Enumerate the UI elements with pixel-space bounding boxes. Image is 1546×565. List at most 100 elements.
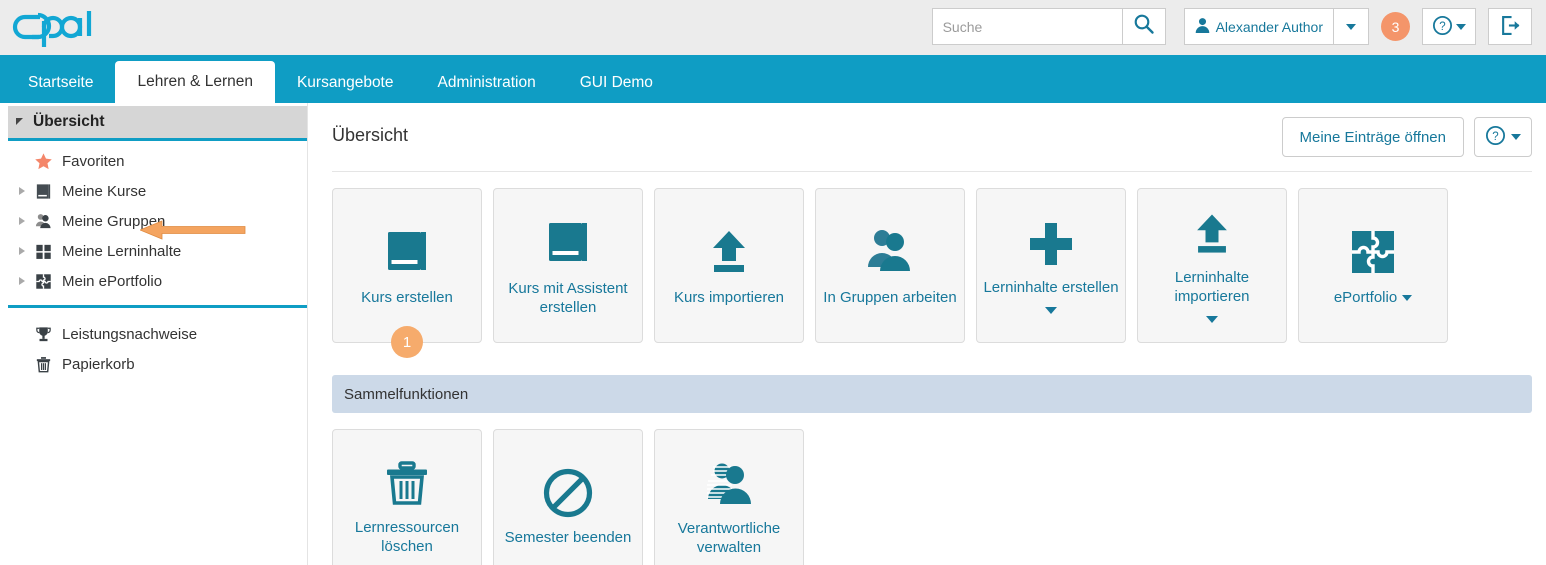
chevron-down-icon[interactable] [1206, 316, 1218, 323]
chevron-down-icon [1456, 24, 1466, 30]
tile-label-text: ePortfolio [1334, 289, 1397, 306]
no-entry-icon [541, 466, 595, 520]
svg-text:?: ? [1492, 131, 1498, 143]
section-header-sammelfunktionen: Sammelfunktionen [332, 375, 1532, 413]
nav-tab-administration[interactable]: Administration [416, 63, 558, 103]
tile-label: Lerninhalte importieren [1144, 268, 1280, 306]
expand-triangle-icon[interactable] [14, 277, 30, 285]
grid-squares-icon [30, 242, 56, 261]
logout-button[interactable] [1488, 8, 1532, 45]
page-body: Übersicht Favoriten [0, 103, 1546, 565]
star-icon [30, 152, 56, 171]
sidebar-items: Favoriten Meine Kurse [0, 141, 307, 296]
triangle-collapse-icon [16, 118, 23, 125]
sidebar: Übersicht Favoriten [0, 103, 308, 565]
trash-icon [30, 355, 56, 374]
search-input[interactable] [932, 8, 1122, 45]
tile-eportfolio[interactable]: ePortfolio [1298, 188, 1448, 343]
sidebar-item-meine-lerninhalte[interactable]: Meine Lerninhalte [0, 236, 307, 266]
user-button[interactable]: Alexander Author [1184, 8, 1333, 45]
tile-label: Kurs mit Assistent erstellen [500, 279, 636, 317]
search-icon [1133, 13, 1155, 40]
tile-label: Lernressourcen löschen [339, 518, 475, 556]
sidebar-item-label: Papierkorb [62, 356, 135, 373]
header-actions: Alexander Author 3 ? [932, 8, 1532, 45]
section-tiles: Lernressourcen löschen Semester beenden [332, 429, 1532, 565]
sidebar-item-favoriten[interactable]: Favoriten [0, 146, 307, 176]
tile-kurs-importieren[interactable]: Kurs importieren [654, 188, 804, 343]
tile-lerninhalte-erstellen[interactable]: Lerninhalte erstellen [976, 188, 1126, 343]
search-box [932, 8, 1166, 45]
tile-lerninhalte-importieren[interactable]: Lerninhalte importieren [1137, 188, 1287, 343]
sidebar-item-papierkorb[interactable]: Papierkorb [0, 349, 307, 379]
tile-label: Kurs erstellen [361, 288, 453, 307]
page-title: Übersicht [332, 117, 408, 146]
book-icon [379, 224, 435, 280]
upload-icon [701, 224, 757, 280]
sidebar-header-label: Übersicht [33, 113, 105, 131]
tile-label: Lerninhalte erstellen [983, 278, 1118, 297]
chevron-down-icon [1346, 24, 1356, 30]
logout-icon [1500, 15, 1521, 39]
tile-semester-beenden[interactable]: Semester beenden [493, 429, 643, 565]
content-header: Übersicht Meine Einträge öffnen ? [332, 117, 1532, 172]
tile-label: ePortfolio [1334, 288, 1412, 307]
sidebar-footer-items: Leistungsnachweise Papierkorb [0, 314, 307, 379]
tile-step-badge: 1 [391, 326, 423, 358]
tile-lernressourcen-loeschen[interactable]: Lernressourcen löschen [332, 429, 482, 565]
tile-verantwortliche-verwalten[interactable]: Verantwortliche verwalten [654, 429, 804, 565]
main-navigation: Startseite Lehren & Lernen Kursangebote … [0, 55, 1546, 103]
trophy-icon [30, 325, 56, 344]
nav-tab-kursangebote[interactable]: Kursangebote [275, 63, 416, 103]
sidebar-item-meine-kurse[interactable]: Meine Kurse [0, 176, 307, 206]
puzzle-icon [1345, 224, 1401, 280]
expand-triangle-icon[interactable] [14, 217, 30, 225]
sidebar-item-label: Meine Kurse [62, 183, 146, 200]
nav-tab-lehren-lernen[interactable]: Lehren & Lernen [115, 61, 274, 103]
open-my-entries-button[interactable]: Meine Einträge öffnen [1282, 117, 1465, 157]
content-help-button[interactable]: ? [1474, 117, 1532, 157]
sidebar-header-uebersicht[interactable]: Übersicht [8, 106, 307, 138]
sidebar-item-label: Mein ePortfolio [62, 273, 162, 290]
primary-tiles: Kurs erstellen 1 Kurs mit Assistent erst… [332, 188, 1532, 343]
nav-tab-gui-demo[interactable]: GUI Demo [558, 63, 675, 103]
tile-label: Kurs importieren [674, 288, 784, 307]
group-icon [862, 224, 918, 280]
opal-logo[interactable] [8, 5, 108, 51]
sidebar-item-label: Favoriten [62, 153, 125, 170]
trash-icon [381, 458, 433, 510]
user-manage-icon [702, 457, 756, 511]
question-circle-icon: ? [1485, 125, 1506, 150]
user-name-label: Alexander Author [1216, 19, 1323, 35]
sidebar-item-meine-gruppen[interactable]: Meine Gruppen [0, 206, 307, 236]
main-content: Übersicht Meine Einträge öffnen ? [308, 103, 1546, 565]
user-dropdown-button[interactable] [1333, 8, 1369, 45]
expand-triangle-icon[interactable] [14, 187, 30, 195]
nav-tab-startseite[interactable]: Startseite [6, 63, 115, 103]
notification-badge[interactable]: 3 [1381, 12, 1410, 41]
tile-kurs-erstellen[interactable]: Kurs erstellen 1 [332, 188, 482, 343]
search-button[interactable] [1122, 8, 1166, 45]
tile-label: In Gruppen arbeiten [823, 288, 956, 307]
app-header: Alexander Author 3 ? [0, 0, 1546, 55]
tile-in-gruppen-arbeiten[interactable]: In Gruppen arbeiten [815, 188, 965, 343]
upload-icon [1186, 208, 1238, 260]
puzzle-icon [30, 272, 56, 291]
help-button[interactable]: ? [1422, 8, 1476, 45]
tile-kurs-mit-assistent-erstellen[interactable]: Kurs mit Assistent erstellen [493, 188, 643, 343]
sidebar-item-mein-eportfolio[interactable]: Mein ePortfolio [0, 266, 307, 296]
svg-text:?: ? [1439, 21, 1445, 33]
user-menu: Alexander Author [1184, 8, 1369, 45]
chevron-down-icon[interactable] [1402, 295, 1412, 301]
tile-label: Verantwortliche verwalten [661, 519, 797, 557]
chevron-down-icon [1511, 134, 1521, 140]
sidebar-item-label: Meine Gruppen [62, 213, 165, 230]
sidebar-item-leistungsnachweise[interactable]: Leistungsnachweise [0, 319, 307, 349]
content-header-actions: Meine Einträge öffnen ? [1282, 117, 1533, 157]
expand-triangle-icon[interactable] [14, 247, 30, 255]
plus-icon [1025, 218, 1077, 270]
book-icon [540, 215, 596, 271]
sidebar-item-label: Meine Lerninhalte [62, 243, 181, 260]
sidebar-item-label: Leistungsnachweise [62, 326, 197, 343]
chevron-down-icon[interactable] [1045, 307, 1057, 314]
